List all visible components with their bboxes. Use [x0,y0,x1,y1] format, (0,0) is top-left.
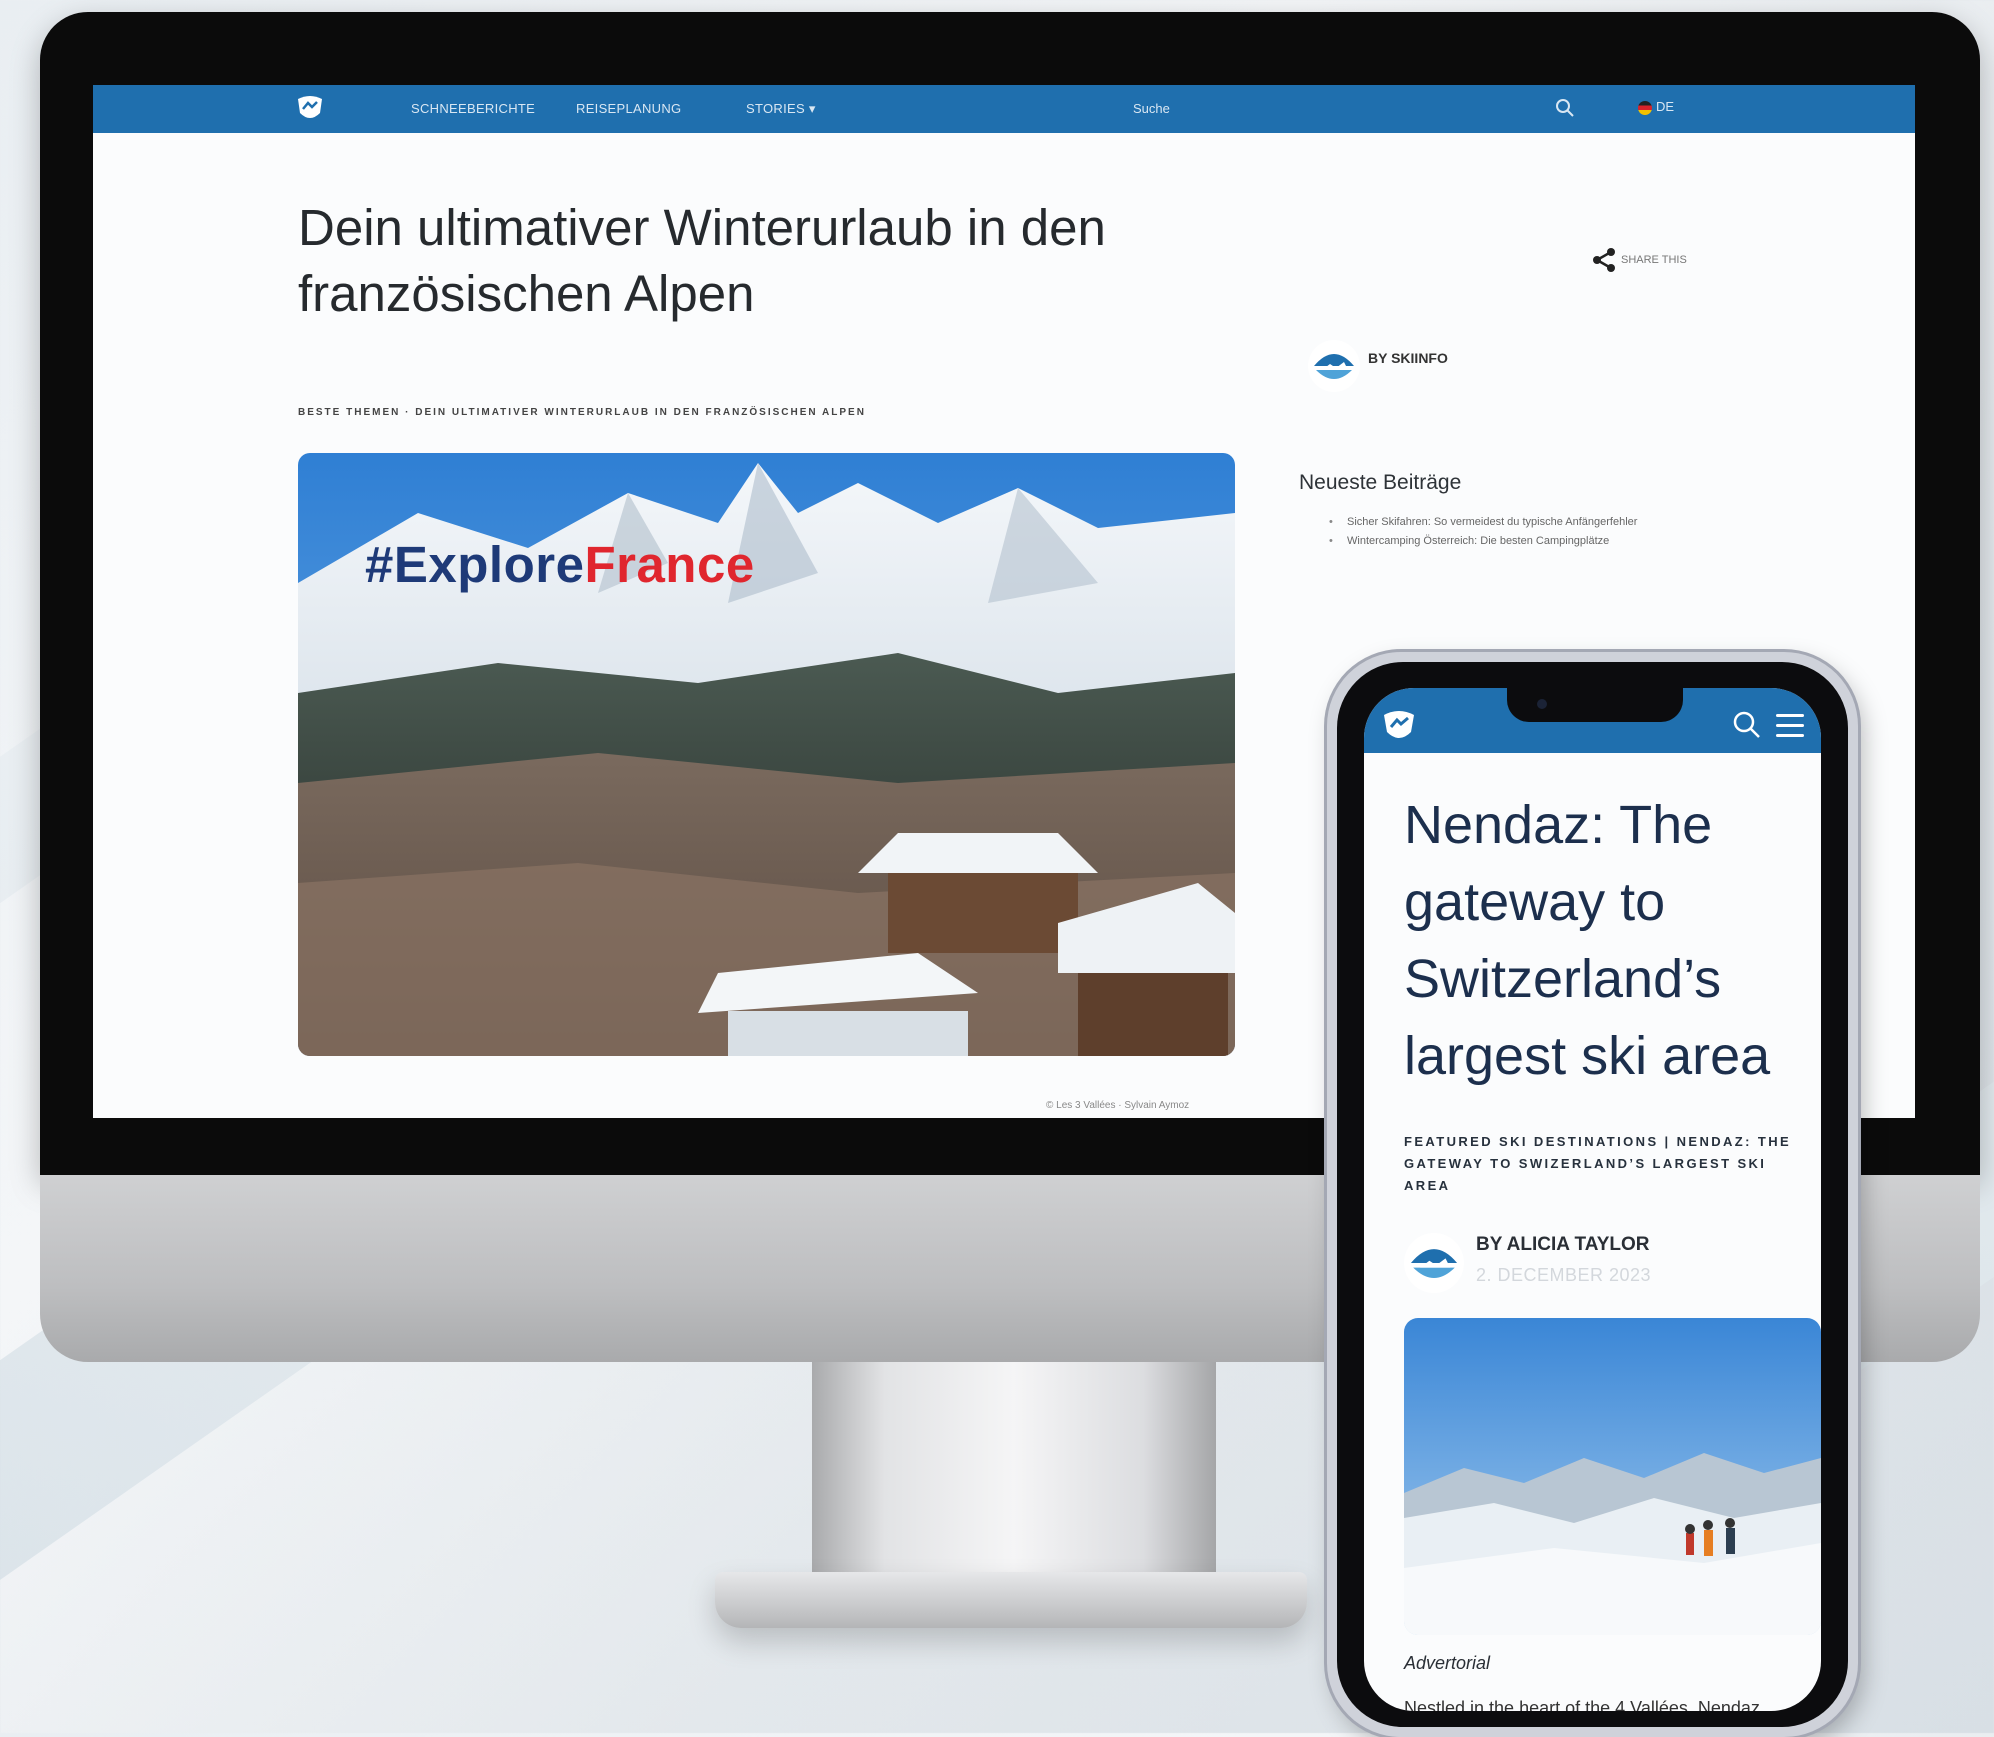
nav-link-stories[interactable]: STORIES ▾ [746,101,816,117]
article-title: Dein ultimativer Winterurlaub in den fra… [298,199,1106,322]
skiinfo-logo-icon[interactable] [1382,710,1416,747]
author-name[interactable]: BY ALICIA TAYLOR [1476,1234,1649,1256]
mobile-phone: Nendaz: The gateway to Switzerland’s lar… [1327,652,1858,1737]
recent-posts-heading: Neueste Beiträge [1299,471,1462,494]
share-icon [1593,248,1615,272]
share-label: SHARE THIS [1621,253,1687,266]
hero-image: #ExploreFrance [298,453,1235,1056]
flag-de-icon [1638,100,1652,115]
recent-post-item[interactable]: Wintercamping Österreich: Die besten Cam… [1329,532,1679,551]
search-icon[interactable] [1732,710,1762,745]
author-block: BY SKIINFO [1308,340,1448,397]
language-label: DE [1656,99,1675,114]
author-date: 2. DECEMBER 2023 [1476,1265,1652,1285]
nav-link-schneeberichte[interactable]: SCHNEEBERICHTE [411,101,535,116]
article-image [1404,1318,1821,1635]
skiinfo-logo-icon[interactable] [296,95,324,121]
share-button[interactable]: SHARE THIS [1591,247,1687,273]
breadcrumb[interactable]: FEATURED SKI DESTINATIONS | NENDAZ: THE … [1404,1131,1814,1197]
article-body-start: Nestled in the heart of the 4 Vallées, N… [1404,1698,1760,1711]
avatar-icon [1308,340,1360,392]
phone-bezel: Nendaz: The gateway to Switzerland’s lar… [1337,662,1848,1727]
search-label[interactable]: Suche [1133,101,1170,116]
hero-hashtag: #ExploreFrance [365,536,755,593]
language-selector[interactable]: DE [1638,99,1674,115]
hero-caption: © Les 3 Vallées · Sylvain Aymoz [1046,1100,1190,1111]
breadcrumb[interactable]: BESTE THEMEN · DEIN ULTIMATIVER WINTERUR… [298,407,866,418]
mobile-screen: Nendaz: The gateway to Switzerland’s lar… [1364,688,1821,1711]
recent-post-item[interactable]: Sicher Skifahren: So vermeidest du typis… [1329,513,1679,532]
monitor-foot [715,1572,1307,1628]
avatar-icon [1404,1233,1464,1293]
article-title: Nendaz: The gateway to Switzerland’s lar… [1404,795,1771,1086]
menu-icon[interactable] [1776,714,1804,744]
monitor-stand [812,1362,1216,1577]
recent-posts-list: Sicher Skifahren: So vermeidest du typis… [1329,513,1679,551]
author-name[interactable]: BY SKIINFO [1368,350,1448,366]
nav-link-reiseplanung[interactable]: REISEPLANUNG [576,101,681,116]
author-block: BY ALICIA TAYLOR 2. DECEMBER 2023 [1404,1233,1651,1298]
advertorial-label: Advertorial [1404,1653,1491,1673]
phone-notch [1507,688,1683,722]
top-navigation: SCHNEEBERICHTE REISEPLANUNG STORIES ▾ Su… [93,85,1915,133]
search-icon[interactable] [1555,98,1575,123]
